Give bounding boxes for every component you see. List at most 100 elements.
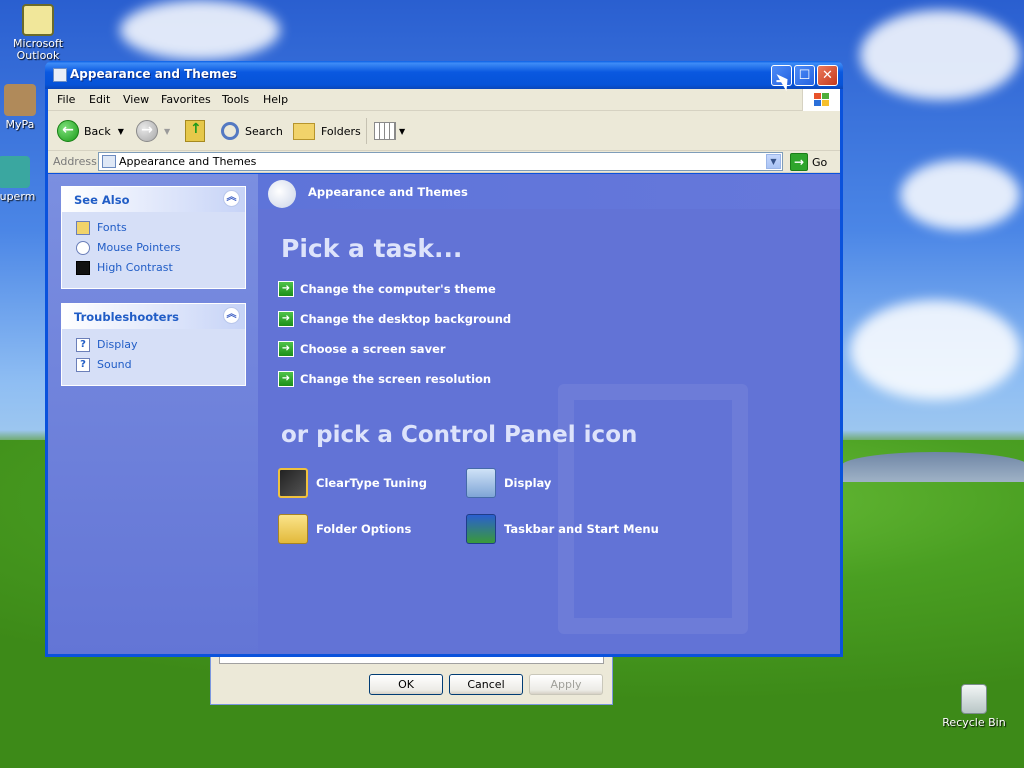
taskbar-start-menu-icon: [466, 514, 496, 544]
troubleshooters-header[interactable]: Troubleshooters ︽: [62, 304, 245, 329]
cp-icon-label: Folder Options: [316, 522, 412, 536]
troubleshooters-box: Troubleshooters ︽ ? Display ? Sound: [61, 303, 246, 386]
see-also-header[interactable]: See Also ︽: [62, 187, 245, 212]
cloud: [900, 160, 1020, 230]
forward-button[interactable]: → ▼: [136, 120, 170, 142]
apply-button[interactable]: Apply: [529, 674, 603, 695]
up-button[interactable]: ↑: [185, 120, 205, 142]
troubleshooter-item-sound[interactable]: ? Sound: [62, 355, 245, 375]
folder-up-icon: ↑: [185, 120, 205, 142]
back-arrow-icon: ←: [57, 120, 79, 142]
menu-help[interactable]: Help: [263, 93, 288, 106]
see-also-item-mouse-pointers[interactable]: Mouse Pointers: [62, 238, 245, 258]
task-change-background[interactable]: ➜ Change the desktop background: [278, 311, 511, 327]
task-arrow-icon: ➜: [278, 371, 294, 387]
task-label: Change the computer's theme: [300, 282, 496, 296]
see-also-item-fonts[interactable]: Fonts: [62, 218, 245, 238]
task-label: Change the screen resolution: [300, 372, 492, 386]
task-label: Change the desktop background: [300, 312, 512, 326]
cp-icon-label: Taskbar and Start Menu: [504, 522, 659, 536]
menu-view[interactable]: View: [123, 93, 149, 106]
task-screen-saver[interactable]: ➜ Choose a screen saver: [278, 341, 446, 357]
troubleshooter-item-label: Display: [97, 338, 138, 351]
views-icon: [374, 122, 396, 140]
desktop-icon-label: Microsoft Outlook: [12, 38, 64, 62]
maximize-button[interactable]: ☐: [794, 65, 815, 86]
cp-icon-display[interactable]: Display: [466, 468, 551, 498]
folder-options-icon: [278, 514, 308, 544]
control-panel-icon: [102, 155, 116, 168]
mypa-icon: [4, 84, 36, 116]
folders-button[interactable]: Folders: [293, 120, 361, 142]
troubleshooter-item-label: Sound: [97, 358, 132, 371]
close-button[interactable]: ✕: [817, 65, 838, 86]
category-pane: Appearance and Themes Pick a task... ➜ C…: [258, 174, 840, 654]
address-label: Address: [53, 155, 97, 168]
go-button[interactable]: → Go: [790, 153, 827, 171]
mouse-pointer-icon: [76, 241, 90, 255]
menu-edit[interactable]: Edit: [89, 93, 110, 106]
see-also-box: See Also ︽ Fonts Mouse Pointers High Con…: [61, 186, 246, 289]
task-label: Choose a screen saver: [300, 342, 446, 356]
cp-icon-taskbar-start-menu[interactable]: Taskbar and Start Menu: [466, 514, 659, 544]
help-icon: ?: [76, 358, 90, 372]
help-icon: ?: [76, 338, 90, 352]
go-label: Go: [812, 155, 828, 169]
search-label: Search: [245, 124, 283, 138]
address-dropdown-button[interactable]: ▼: [766, 154, 781, 169]
maximize-icon: ☐: [798, 68, 811, 83]
cloud: [860, 10, 1020, 100]
desktop-icon-superm[interactable]: Superm: [0, 156, 44, 203]
task-arrow-icon: ➜: [278, 281, 294, 297]
go-arrow-icon: →: [790, 153, 808, 171]
chevron-down-icon: ▼: [399, 126, 406, 136]
cp-icon-folder-options[interactable]: Folder Options: [278, 514, 411, 544]
cancel-button[interactable]: Cancel: [449, 674, 523, 695]
window-title: Appearance and Themes: [70, 67, 237, 81]
menu-file[interactable]: File: [57, 93, 75, 106]
cloud: [850, 300, 1020, 400]
ok-button[interactable]: OK: [369, 674, 443, 695]
toolbar-divider: [366, 118, 367, 144]
see-also-item-high-contrast[interactable]: High Contrast: [62, 258, 245, 278]
desktop-icon-label: Recycle Bin: [942, 716, 1006, 729]
collapse-icon[interactable]: ︽: [223, 190, 240, 207]
address-field[interactable]: Appearance and Themes ▼: [98, 152, 783, 171]
menu-favorites[interactable]: Favorites: [161, 93, 211, 106]
troubleshooters-title: Troubleshooters: [74, 310, 179, 324]
task-screen-resolution[interactable]: ➜ Change the screen resolution: [278, 371, 491, 387]
cp-icon-label: Display: [504, 476, 552, 490]
cleartype-icon: [278, 468, 308, 498]
close-icon: ✕: [822, 68, 833, 83]
task-arrow-icon: ➜: [278, 311, 294, 327]
appearance-themes-window: Appearance and Themes ▁ ☐ ✕ File Edit Vi…: [45, 61, 843, 657]
high-contrast-icon: [76, 261, 90, 275]
task-change-theme[interactable]: ➜ Change the computer's theme: [278, 281, 496, 297]
fonts-folder-icon: [76, 221, 90, 235]
back-label: Back: [84, 124, 111, 138]
collapse-icon[interactable]: ︽: [223, 307, 240, 324]
desktop-icon-label: Superm: [0, 190, 36, 203]
forward-arrow-icon: →: [136, 120, 158, 142]
desktop-icon-recycle-bin[interactable]: Recycle Bin: [936, 684, 1012, 729]
search-button[interactable]: Search: [221, 120, 283, 142]
see-also-title: See Also: [74, 193, 130, 207]
views-button[interactable]: ▼: [374, 120, 405, 142]
address-value: Appearance and Themes: [119, 155, 257, 168]
display-icon: [466, 468, 496, 498]
desktop-icon-outlook[interactable]: Microsoft Outlook: [0, 4, 76, 62]
back-button[interactable]: ← Back ▼: [57, 120, 124, 142]
menu-tools[interactable]: Tools: [222, 93, 249, 106]
title-bar[interactable]: Appearance and Themes ▁ ☐ ✕: [45, 61, 843, 89]
desktop-icon-mypa[interactable]: MyPa: [0, 84, 50, 131]
chevron-down-icon: ▼: [164, 126, 171, 136]
cp-icon-cleartype[interactable]: ClearType Tuning: [278, 468, 427, 498]
desktop-icon-label: MyPa: [5, 118, 35, 131]
recycle-bin-icon: [961, 684, 987, 714]
cp-icon-label: ClearType Tuning: [316, 476, 427, 490]
address-bar: Address Appearance and Themes ▼ → Go: [48, 151, 840, 173]
category-title: Appearance and Themes: [308, 185, 468, 199]
windows-logo-icon: [802, 89, 840, 111]
folders-label: Folders: [321, 124, 361, 138]
troubleshooter-item-display[interactable]: ? Display: [62, 335, 245, 355]
